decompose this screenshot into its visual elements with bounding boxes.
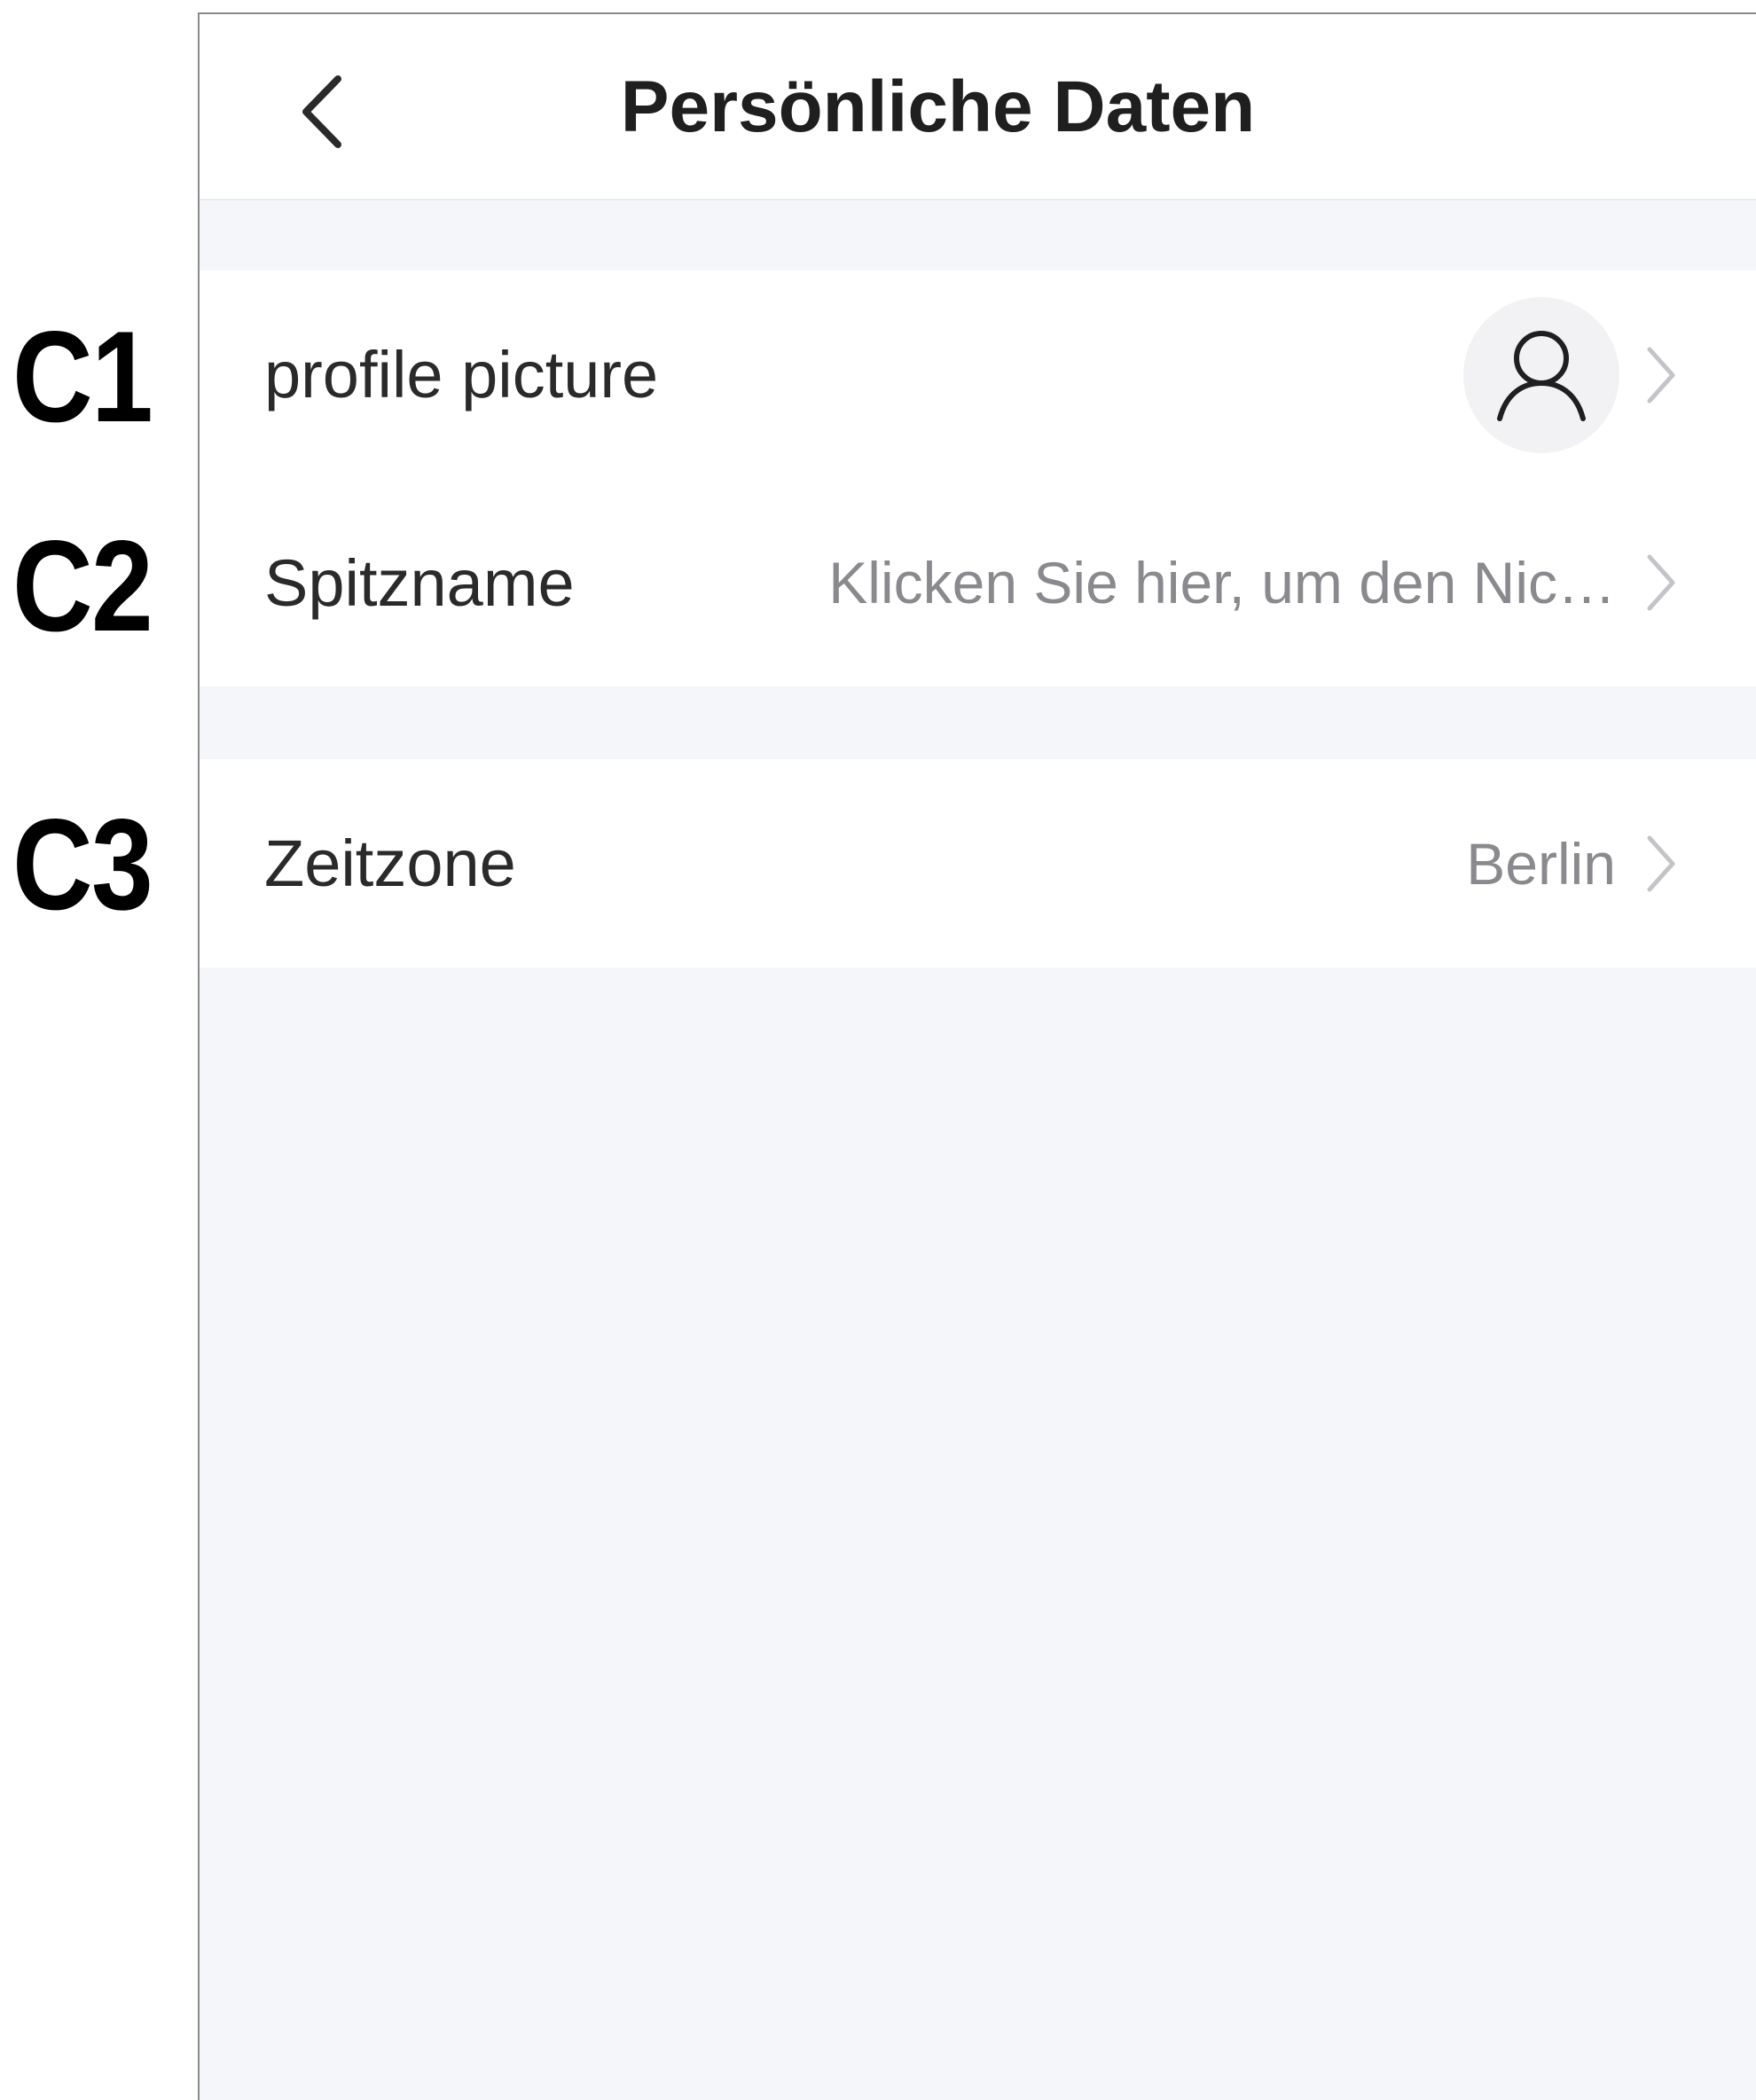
profile-picture-row[interactable]: profile picture [200,270,1756,479]
chevron-right-icon [1642,833,1678,895]
annotation-c2: C2 [12,513,153,658]
page-title: Persönliche Daten [620,67,1256,147]
phone-screen: Persönliche Daten profile picture Spitzn… [198,12,1756,2100]
timezone-value: Berlin [1466,830,1616,897]
timezone-row[interactable]: Zeitzone Berlin [200,759,1756,968]
timezone-label: Zeitzone [264,827,516,900]
annotation-c1: C1 [12,304,153,449]
profile-picture-label: profile picture [264,338,659,411]
user-icon [1497,330,1586,421]
profile-group: profile picture Spitzname Klicken Sie hi… [200,270,1756,686]
nickname-label: Spitzname [264,545,575,620]
settings-group: Zeitzone Berlin [200,759,1756,968]
nickname-row[interactable]: Spitzname Klicken Sie hier, um den Nic… [200,479,1756,686]
screenshot-page: C1 C2 C3 Persönliche Daten profile pictu… [0,0,1756,2100]
annotation-c3: C3 [12,792,153,936]
navigation-bar: Persönliche Daten [200,14,1756,200]
chevron-right-icon [1642,344,1678,406]
chevron-right-icon [1642,552,1678,614]
avatar[interactable] [1463,296,1619,453]
nickname-value: Klicken Sie hier, um den Nic… [828,550,1616,615]
